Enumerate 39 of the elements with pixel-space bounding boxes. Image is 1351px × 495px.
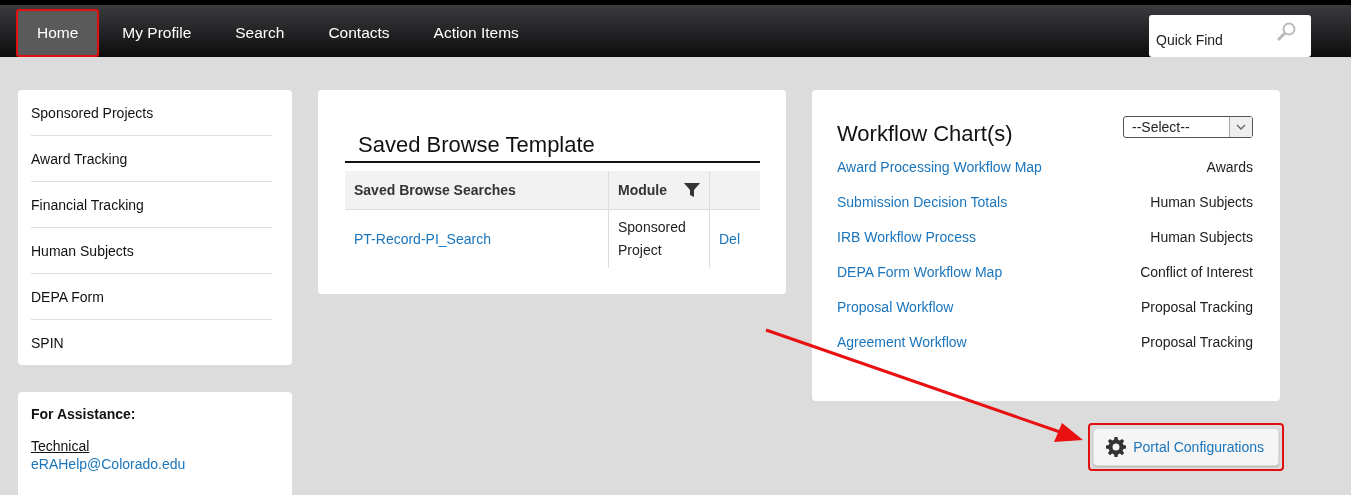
sidebar-item[interactable]: Human Subjects — [31, 228, 272, 274]
module-label: Human Subjects — [1150, 194, 1253, 210]
sidebar-item[interactable]: SPIN — [31, 320, 272, 365]
email-link[interactable]: eRAHelp@Colorado.edu — [31, 456, 279, 472]
assistance-title: For Assistance: — [31, 406, 137, 422]
workflow-link[interactable]: Proposal Workflow — [837, 299, 954, 315]
sidebar-item[interactable]: Award Tracking — [31, 136, 272, 182]
column-label: Module — [618, 182, 667, 198]
quick-find-field[interactable]: Quick Find — [1149, 15, 1311, 57]
search-link[interactable]: PT-Record-PI_Search — [354, 230, 491, 247]
table-cell: Sponsored Project — [608, 209, 710, 268]
nav-tab[interactable]: My Profile — [101, 9, 213, 57]
nav-tab[interactable]: Search — [214, 9, 306, 57]
select-dropdown[interactable]: --Select-- — [1123, 116, 1253, 138]
caret-icon — [1236, 124, 1246, 130]
card-title: Workflow Chart(s) — [837, 121, 1013, 147]
module-label: Proposal Tracking — [1140, 334, 1253, 350]
delete-link[interactable]: Del — [719, 230, 740, 247]
workflow-link[interactable]: IRB Workflow Process — [837, 229, 976, 245]
module-label: Proposal Tracking — [1140, 299, 1253, 315]
workflow-link[interactable]: DEPA Form Workflow Map — [837, 264, 1003, 280]
column-header: Saved Browse Searches — [345, 171, 609, 210]
nav-tab[interactable]: Contacts — [307, 9, 411, 57]
workflow-link[interactable]: Submission Decision Totals — [837, 194, 1008, 210]
nav-tab[interactable]: Home — [16, 9, 100, 57]
portal-configurations-button[interactable]: Portal Configurations — [1093, 428, 1279, 466]
workflow-link[interactable]: Agreement Workflow — [837, 334, 967, 350]
nav-tab[interactable]: Action Items — [412, 9, 540, 57]
module-label: Awards — [1206, 159, 1253, 175]
technical-label: Technical — [31, 438, 91, 454]
module-label: Human Subjects — [1150, 229, 1253, 245]
gear-icon — [1106, 437, 1127, 457]
sidebar-item[interactable]: Sponsored Projects — [31, 90, 272, 136]
module-label: Conflict of Interest — [1140, 264, 1253, 280]
workflow-link[interactable]: Award Processing Workflow Map — [837, 159, 1042, 175]
sidebar-item[interactable]: DEPA Form — [31, 274, 272, 320]
sidebar-item[interactable]: Financial Tracking — [31, 182, 272, 228]
filter-icon[interactable] — [684, 182, 700, 198]
card-title: Saved Browse Template — [357, 132, 596, 159]
